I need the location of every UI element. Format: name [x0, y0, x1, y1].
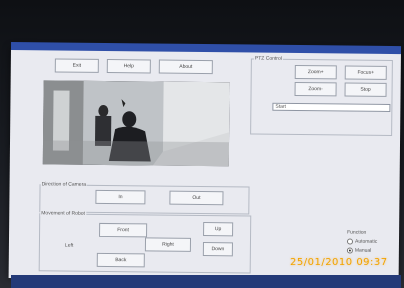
automatic-radio-label: Automatic [354, 238, 378, 245]
app-window: Exit Help About PTZ Control Zoom+ Focus+ [8, 42, 402, 283]
ptz-status-field[interactable]: Start [272, 102, 391, 112]
down-button[interactable]: Down [202, 242, 233, 257]
photo-timestamp: 25/01/2010 09:37 [290, 257, 388, 268]
window-titlebar [10, 42, 402, 55]
help-button[interactable]: Help [106, 59, 151, 74]
stop-button[interactable]: Stop [344, 82, 387, 97]
automatic-radio[interactable] [346, 238, 354, 245]
about-button[interactable]: About [158, 59, 213, 75]
up-button[interactable]: Up [203, 222, 234, 237]
focus-in-button[interactable]: Focus+ [344, 65, 387, 80]
zoom-out-button[interactable]: Zoom- [294, 81, 337, 97]
ptz-control-label: PTZ Control [253, 55, 283, 62]
exit-button[interactable]: Exit [54, 58, 99, 73]
camera-out-button[interactable]: Out [169, 190, 224, 206]
manual-radio[interactable] [346, 247, 353, 254]
windows-taskbar [11, 275, 401, 288]
back-button[interactable]: Back [96, 252, 145, 268]
left-label[interactable]: Left [65, 243, 73, 249]
movement-label: Movement of Robot [40, 210, 86, 217]
manual-radio-label: Manual [354, 247, 372, 254]
camera-video-feed [42, 80, 230, 167]
right-button[interactable]: Right [144, 237, 192, 252]
camera-in-button[interactable]: In [95, 189, 146, 205]
direction-label: Direction of Camera [40, 181, 88, 188]
front-button[interactable]: Front [99, 222, 148, 238]
photo-frame: Exit Help About PTZ Control Zoom+ Focus+ [0, 0, 404, 288]
function-label: Function [347, 229, 367, 236]
camera-image [42, 80, 230, 167]
zoom-in-button[interactable]: Zoom+ [294, 64, 337, 80]
